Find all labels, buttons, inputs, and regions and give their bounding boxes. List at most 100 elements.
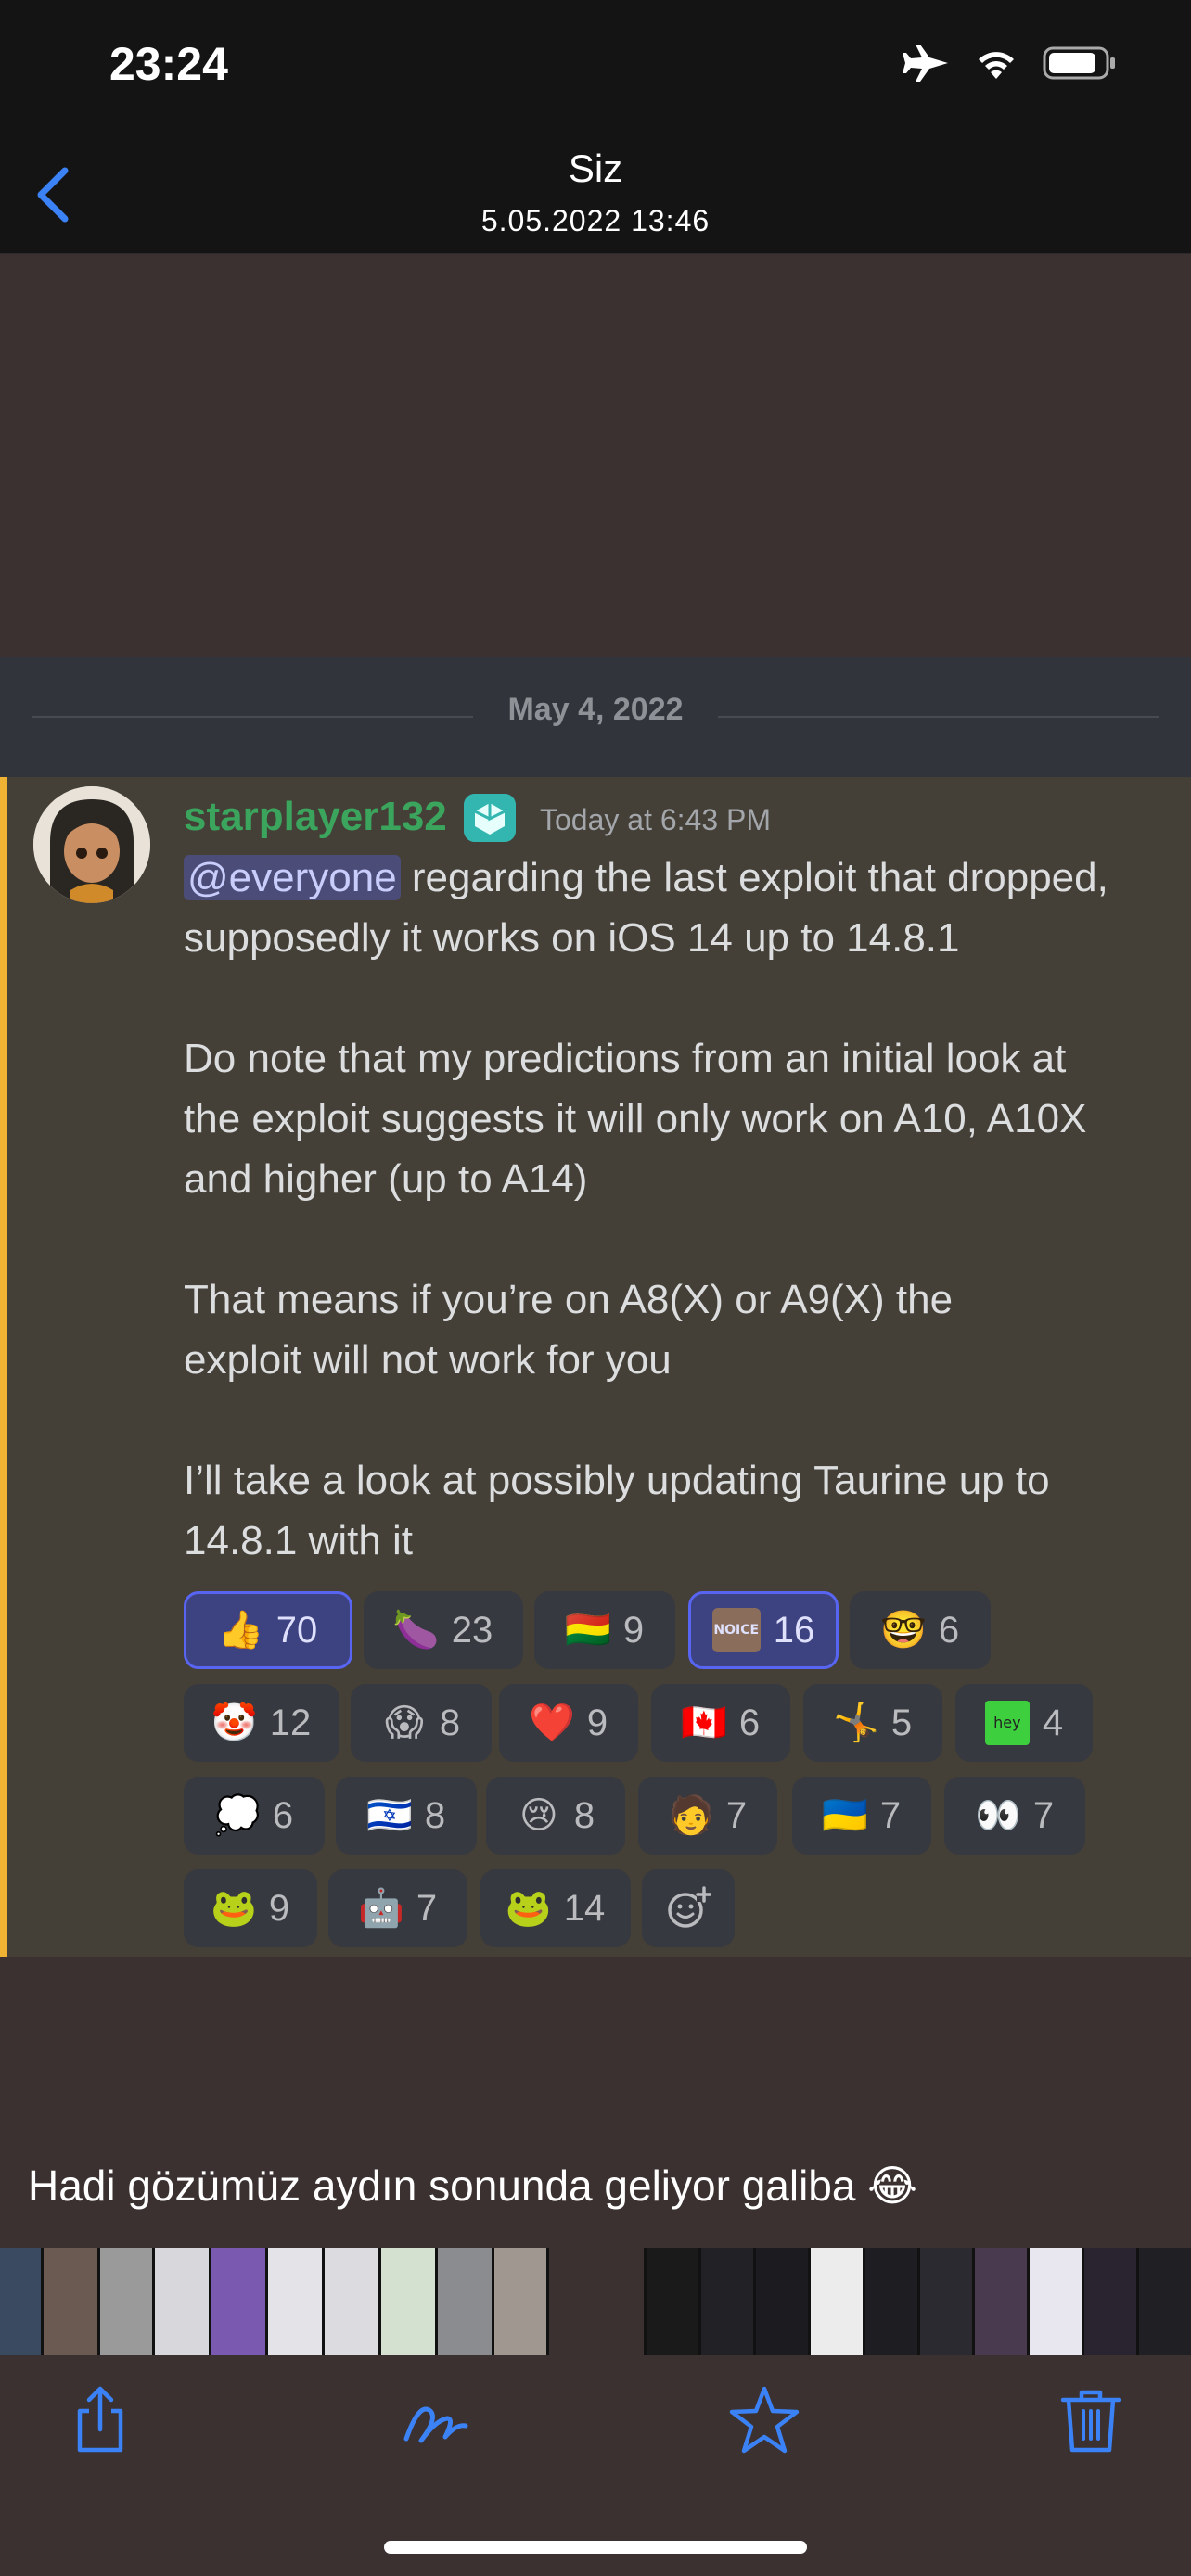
thumbnail[interactable] (647, 2248, 698, 2355)
reaction-count: 9 (622, 1609, 645, 1651)
reaction-count: 6 (272, 1794, 294, 1836)
server-badge-icon (464, 794, 516, 842)
reaction-count: 7 (1032, 1794, 1055, 1836)
share-icon[interactable] (63, 2383, 137, 2457)
reaction-chip[interactable]: 👀 7 (944, 1777, 1085, 1855)
reaction-count: 9 (586, 1702, 608, 1743)
favorite-star-icon[interactable] (727, 2383, 801, 2457)
frog-emoji-icon: 🐸 (210, 1887, 257, 1930)
thought-bubble-emoji-icon: 💭 (213, 1794, 261, 1837)
noice-emoji-icon: NOICE (711, 1608, 761, 1652)
date-divider: May 4, 2022 (0, 657, 1191, 777)
thumbnail[interactable] (438, 2248, 492, 2355)
wifi-icon (979, 52, 1014, 79)
thumbnail[interactable] (1084, 2248, 1136, 2355)
reaction-count: 70 (275, 1609, 318, 1651)
thumbnail[interactable] (756, 2248, 808, 2355)
reaction-chip[interactable]: 🇨🇦 6 (651, 1684, 790, 1762)
reaction-chip[interactable]: 🇮🇱 8 (336, 1777, 477, 1855)
thumbnail[interactable] (381, 2248, 435, 2355)
reaction-count: 14 (563, 1887, 606, 1929)
thumbnail[interactable] (920, 2248, 972, 2355)
thumbnail[interactable] (268, 2248, 322, 2355)
reaction-count: 9 (268, 1887, 290, 1929)
add-reaction-icon (668, 1886, 711, 1928)
divider-line-right (718, 716, 1159, 718)
reaction-chip[interactable]: 😢 8 (486, 1777, 625, 1855)
reaction-chip[interactable]: ❤️ 9 (499, 1684, 638, 1762)
nerd-face-emoji-icon: 🤓 (879, 1609, 927, 1651)
status-bar: 23:24 (0, 0, 1191, 139)
shocked-face-emoji-icon: 😱 (385, 1702, 424, 1744)
add-reaction-button[interactable] (642, 1869, 735, 1947)
thumbnail[interactable] (1139, 2248, 1191, 2355)
reaction-count: 8 (439, 1702, 461, 1743)
thumbnail[interactable] (325, 2248, 378, 2355)
thumbnail[interactable] (1030, 2248, 1082, 2355)
reaction-count: 7 (416, 1887, 438, 1929)
reaction-chip[interactable]: hey 4 (955, 1684, 1093, 1762)
status-time: 23:24 (109, 38, 228, 90)
reaction-chip[interactable]: 🐸 9 (184, 1869, 317, 1947)
photo-background-top (0, 254, 1191, 657)
reaction-chip[interactable]: 🇺🇦 7 (792, 1777, 931, 1855)
reaction-chip[interactable]: NOICE 16 (688, 1591, 839, 1669)
thumbnail[interactable] (0, 2248, 41, 2355)
nav-title: Siz (568, 147, 623, 190)
message-content: @everyone regarding the last exploit tha… (184, 848, 1167, 1571)
flag-canada-emoji-icon: 🇨🇦 (680, 1702, 727, 1744)
nav-bar: Siz 5.05.2022 13:46 (0, 139, 1191, 254)
pepe-frog-emoji-icon: 🐸 (505, 1887, 552, 1930)
trash-icon[interactable] (1054, 2383, 1128, 2457)
thumbnail[interactable] (100, 2248, 152, 2355)
thumbnail-current[interactable] (549, 2248, 644, 2355)
heart-emoji-icon: ❤️ (528, 1702, 575, 1744)
robot-emoji-icon: 🤖 (357, 1887, 404, 1930)
status-icons (902, 43, 1117, 83)
gymnast-emoji-icon: 🤸 (832, 1702, 879, 1744)
markup-icon[interactable] (399, 2383, 473, 2457)
battery-icon (1043, 46, 1115, 80)
eyes-emoji-icon: 👀 (974, 1794, 1021, 1837)
thumbnail[interactable] (494, 2248, 546, 2355)
reaction-count: 16 (773, 1609, 815, 1651)
reaction-chip[interactable]: 👍 70 (184, 1591, 352, 1669)
reaction-count: 7 (879, 1794, 902, 1836)
clown-emoji-icon: 🤡 (211, 1702, 258, 1744)
reaction-count: 6 (738, 1702, 761, 1743)
thumbnail[interactable] (211, 2248, 265, 2355)
home-indicator[interactable] (384, 2541, 807, 2554)
thumbnail[interactable] (865, 2248, 917, 2355)
thumbnail[interactable] (44, 2248, 97, 2355)
reaction-chip[interactable]: 😱 8 (351, 1684, 492, 1762)
mention-highlight-bar (0, 777, 7, 1957)
reaction-chip[interactable]: 🤖 7 (328, 1869, 467, 1947)
reaction-count: 6 (938, 1609, 960, 1651)
flag-israel-emoji-icon: 🇮🇱 (365, 1794, 413, 1837)
thumbnail-strip[interactable] (0, 2248, 1191, 2355)
reaction-chip[interactable]: 🇧🇴 9 (534, 1591, 675, 1669)
reaction-count: 4 (1042, 1702, 1064, 1743)
reaction-chip[interactable]: 🧑 7 (638, 1777, 777, 1855)
reaction-chip[interactable]: 🤓 6 (850, 1591, 991, 1669)
airplane-icon (903, 45, 948, 82)
reaction-count: 12 (269, 1702, 312, 1743)
reaction-chip[interactable]: 🤸 5 (803, 1684, 942, 1762)
everyone-mention: @everyone (184, 855, 401, 900)
thumbnail[interactable] (811, 2248, 863, 2355)
discord-message: starplayer132 Today at 6:43 PM @everyone… (0, 777, 1191, 1957)
thumbnail[interactable] (701, 2248, 753, 2355)
thumbnail[interactable] (975, 2248, 1027, 2355)
reaction-count: 8 (424, 1794, 446, 1836)
nav-subtitle: 5.05.2022 13:46 (480, 204, 711, 237)
reaction-chip[interactable]: 🤡 12 (184, 1684, 339, 1762)
reaction-chip[interactable]: 💭 6 (184, 1777, 325, 1855)
eggplant-emoji-icon: 🍆 (392, 1609, 440, 1651)
photo-caption: Hadi gözümüz aydın sonunda geliyor galib… (28, 2162, 917, 2210)
reaction-chip[interactable]: 🐸 14 (480, 1869, 631, 1947)
crying-face-emoji-icon: 😢 (519, 1794, 558, 1837)
message-timestamp: Today at 6:43 PM (540, 803, 772, 836)
thumbnail[interactable] (155, 2248, 209, 2355)
reaction-count: 5 (890, 1702, 913, 1743)
reaction-chip[interactable]: 🍆 23 (364, 1591, 523, 1669)
